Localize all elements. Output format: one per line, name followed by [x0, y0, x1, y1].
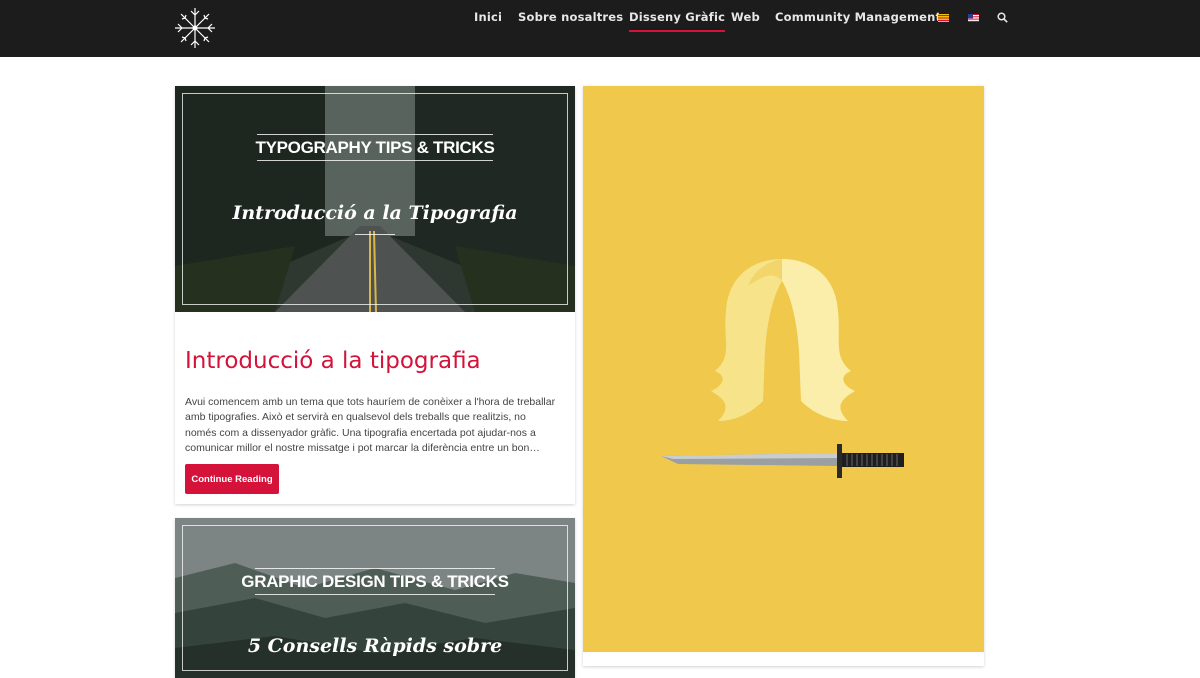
continue-reading-button[interactable]: Continue Reading — [185, 464, 279, 494]
nav-item-sobre-nosaltres[interactable]: Sobre nosaltres — [518, 10, 623, 24]
post-card: GRAPHIC DESIGN TIPS & TRICKS 5 Consells … — [175, 518, 575, 678]
nav-item-disseny-grafic[interactable]: Disseny Gràfic — [629, 10, 726, 32]
thumbnail-kicker: GRAPHIC DESIGN TIPS & TRICKS — [241, 572, 509, 591]
post-excerpt: Avui comencem amb un tema que tots haurí… — [185, 396, 556, 455]
snowflake-logo[interactable] — [172, 5, 218, 51]
title-underline — [355, 234, 395, 235]
post-thumbnail[interactable] — [583, 86, 984, 652]
nav-item-inici[interactable]: Inici — [474, 10, 502, 24]
post-thumbnail[interactable]: GRAPHIC DESIGN TIPS & TRICKS 5 Consells … — [175, 518, 575, 678]
nav-item-web[interactable]: Web — [731, 10, 760, 24]
us-flag-icon[interactable] — [968, 14, 979, 22]
thumbnail-title: 5 Consells Ràpids sobre — [247, 635, 503, 657]
post-thumbnail[interactable]: TYPOGRAPHY TIPS & TRICKS Introducció a l… — [175, 86, 575, 312]
hair-and-katana-illustration — [661, 259, 904, 478]
nav-item-community-management[interactable]: Community Management — [775, 10, 941, 24]
kicker-top-line — [255, 568, 495, 569]
search-icon[interactable] — [997, 12, 1008, 23]
forest-road-image — [175, 86, 575, 312]
kicker-bottom-line — [257, 160, 493, 161]
post-card — [583, 86, 984, 666]
site-header: Inici Sobre nosaltres Disseny Gràfic Web… — [0, 0, 1200, 57]
thumbnail-kicker: TYPOGRAPHY TIPS & TRICKS — [255, 138, 495, 157]
kicker-top-line — [257, 134, 493, 135]
catalan-flag-icon[interactable] — [938, 14, 949, 22]
kicker-bottom-line — [255, 594, 495, 595]
thumbnail-title: Introducció a la Tipografia — [232, 202, 518, 224]
post-card: TYPOGRAPHY TIPS & TRICKS Introducció a l… — [175, 86, 575, 504]
post-title[interactable]: Introducció a la tipografia — [185, 348, 481, 374]
